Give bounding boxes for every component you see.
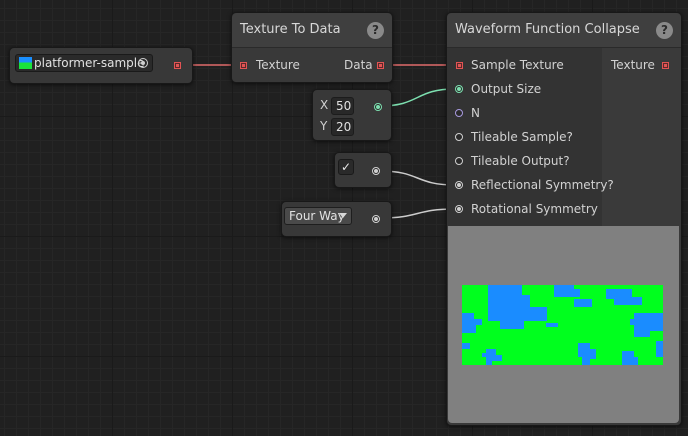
help-icon[interactable]: ? (367, 22, 384, 39)
boolean-node[interactable]: ✓ (334, 152, 392, 188)
data-output-label: Data (344, 58, 373, 72)
x-label: X (320, 98, 329, 112)
texture-output-port[interactable] (662, 62, 669, 69)
tileable-output-label: Tileable Output? (471, 154, 570, 168)
dropdown-selected-value: Four Way (289, 209, 345, 223)
y-label: Y (320, 119, 328, 133)
output-size-label: Output Size (471, 82, 542, 96)
x-value-field[interactable]: 50 (331, 97, 354, 115)
rotation-dropdown[interactable]: Four Way (284, 207, 352, 225)
sample-texture-label: Sample Texture (471, 58, 564, 72)
reflectional-symmetry-port[interactable] (455, 181, 463, 189)
sample-texture-port[interactable] (456, 62, 463, 69)
bool-output-port[interactable] (372, 167, 380, 175)
vector-output-port[interactable] (374, 103, 382, 111)
texture-output-label: Texture (611, 58, 655, 72)
output-texture-preview (448, 226, 679, 423)
texture-asset-output-port[interactable] (174, 62, 181, 69)
reflectional-symmetry-label: Reflectional Symmetry? (471, 178, 614, 192)
texture-asset-name: platformer-sample (34, 56, 145, 70)
data-output-port[interactable] (377, 62, 384, 69)
enum-output-port[interactable] (372, 215, 380, 223)
generated-texture-image (462, 285, 663, 365)
y-value-field[interactable]: 20 (331, 118, 354, 136)
texture-input-label: Texture (256, 58, 300, 72)
help-icon[interactable]: ? (656, 22, 673, 39)
n-label: N (471, 106, 480, 120)
rotational-symmetry-label: Rotational Symmetry (471, 202, 598, 216)
enum-node[interactable]: Four Way (281, 201, 392, 237)
vector2-node[interactable]: X 50 Y 20 (312, 89, 392, 141)
texture-thumbnail-icon (19, 57, 32, 69)
rotational-symmetry-port[interactable] (455, 205, 463, 213)
texture-object-field[interactable]: platformer-sample (15, 54, 153, 72)
texture-asset-node[interactable]: platformer-sample (9, 47, 193, 84)
output-size-port[interactable] (455, 85, 463, 93)
node-title-text: Waveform Function Collapse (455, 22, 640, 37)
node-title: Waveform Function Collapse (447, 13, 681, 48)
tileable-output-port[interactable] (455, 157, 463, 165)
tileable-sample-label: Tileable Sample? (471, 130, 573, 144)
n-port[interactable] (455, 109, 463, 117)
node-title-text: Texture To Data (240, 22, 341, 37)
reflection-checkbox[interactable]: ✓ (338, 159, 354, 175)
output-column (602, 48, 681, 226)
dropdown-arrow-icon (339, 213, 347, 218)
tileable-sample-port[interactable] (455, 133, 463, 141)
texture-input-port[interactable] (240, 62, 247, 69)
object-picker-icon[interactable] (138, 58, 148, 68)
texture-to-data-node[interactable]: Texture To Data ? Texture Data (231, 12, 393, 83)
